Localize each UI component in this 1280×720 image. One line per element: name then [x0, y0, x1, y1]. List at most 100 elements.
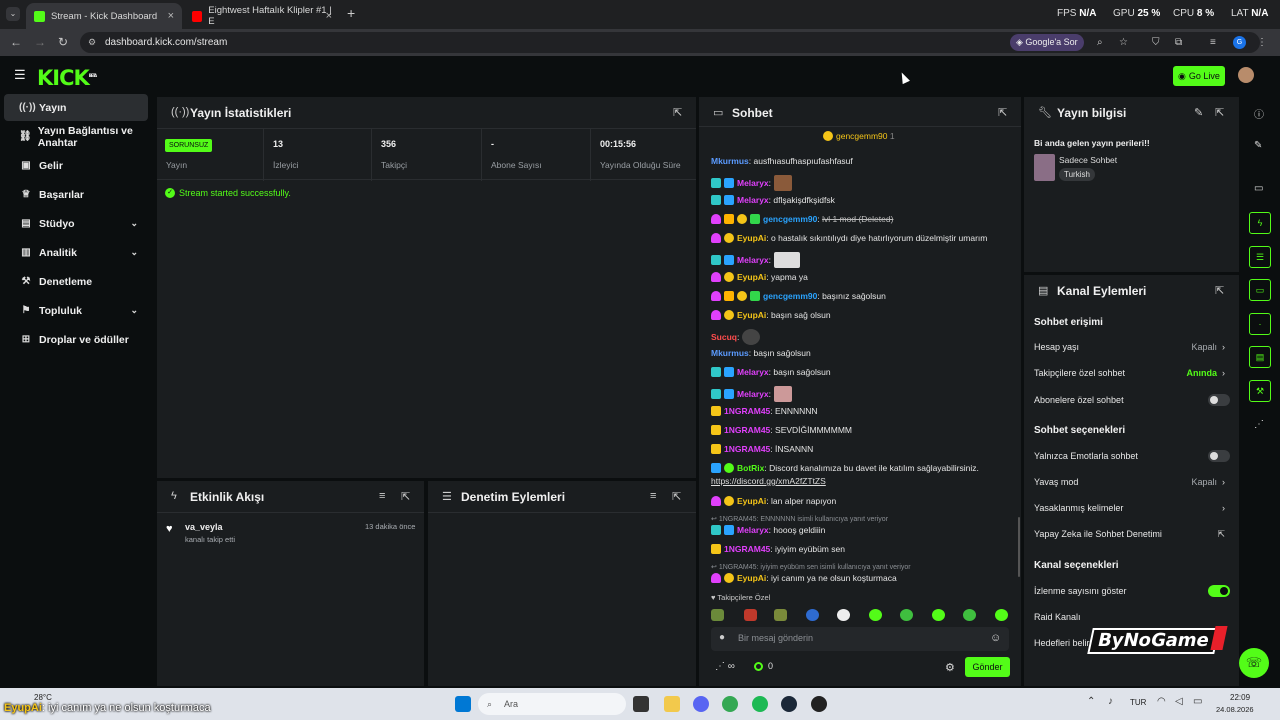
- spotify-icon[interactable]: [752, 696, 768, 712]
- chat-message[interactable]: gencgemm90: başınız sağolsun: [711, 291, 1011, 301]
- yavas-mod-row[interactable]: Yavaş mod Kapalı ›: [1034, 477, 1230, 487]
- clock-date[interactable]: 24.08.2026: [1216, 705, 1254, 714]
- wifi-icon[interactable]: ◠: [1157, 696, 1166, 707]
- chat-scrollbar[interactable]: [1018, 517, 1020, 577]
- tray-chevron-icon[interactable]: ⌃: [1087, 696, 1095, 707]
- show-viewcount-toggle[interactable]: [1208, 585, 1230, 597]
- sidebar-item-basarilar[interactable]: ♕ Başarılar: [4, 181, 148, 208]
- chat-message[interactable]: EyupAi: lan alper napıyon: [711, 496, 1011, 506]
- edit-pencil-icon[interactable]: ✎: [1254, 140, 1262, 151]
- pinned-user[interactable]: gencgemm90 1: [823, 131, 895, 141]
- forward-icon[interactable]: →: [34, 35, 46, 49]
- chat-message[interactable]: 1NGRAM45: SEVDİĞİMMMMMM: [711, 425, 1011, 435]
- emote-icon[interactable]: [806, 609, 819, 621]
- share-icon[interactable]: ⋰: [1254, 419, 1264, 430]
- site-info-icon[interactable]: ⚙: [88, 37, 96, 48]
- chat-message[interactable]: Melaryx:: [711, 386, 1011, 402]
- sidebar-item-denetleme[interactable]: ⚒ Denetleme: [4, 268, 148, 295]
- edit-pencil-icon[interactable]: ✎: [1194, 106, 1203, 119]
- obs-icon[interactable]: [811, 696, 827, 712]
- chat-message[interactable]: EyupAi: o hastalık sıkıntılıydı diye hat…: [711, 233, 1011, 243]
- rail-lightning-button[interactable]: ϟ: [1249, 212, 1271, 234]
- clock-time[interactable]: 22:09: [1230, 693, 1250, 702]
- google-sor-button[interactable]: ◈ Google'a Sor: [1010, 34, 1084, 51]
- task-view-icon[interactable]: [633, 696, 649, 712]
- tab-youtube[interactable]: Eightwest Haftalık Klipler #1 | E ×: [184, 3, 340, 29]
- chat-message[interactable]: EyupAi: başın sağ olsun: [711, 310, 1011, 320]
- popout-icon[interactable]: ⇱: [998, 106, 1007, 119]
- popout-icon[interactable]: ⇱: [673, 106, 682, 119]
- emote-icon[interactable]: [995, 609, 1008, 621]
- filter-icon[interactable]: ≡: [650, 490, 656, 502]
- steam-icon[interactable]: [781, 696, 797, 712]
- emote-icon[interactable]: [744, 609, 757, 621]
- hesap-yasi-row[interactable]: Hesap yaşı Kapalı ›: [1034, 342, 1230, 352]
- settings-gear-icon[interactable]: ⚙: [945, 661, 955, 674]
- chat-message[interactable]: 1NGRAM45: İNSANNN: [711, 444, 1011, 454]
- emote-only-toggle[interactable]: [1208, 450, 1230, 462]
- zoom-icon[interactable]: ⌕: [1097, 37, 1103, 48]
- microphone-icon[interactable]: ♪: [1108, 696, 1113, 707]
- emote-icon[interactable]: [711, 609, 724, 621]
- sidebar-item-topluluk[interactable]: ⚑ Topluluk ⌄: [4, 297, 148, 324]
- hamburger-menu-icon[interactable]: ☰: [14, 67, 26, 83]
- rail-chat-button[interactable]: ▭: [1249, 279, 1271, 301]
- url-field[interactable]: ⚙ dashboard.kick.com/stream ◈ Google'a S…: [80, 32, 1267, 53]
- tag-pill[interactable]: Turkish: [1059, 168, 1095, 181]
- back-icon[interactable]: ←: [10, 35, 22, 49]
- chat-message[interactable]: BotRix: Discord kanalımıza bu davet ile …: [711, 463, 1011, 473]
- close-icon[interactable]: ×: [326, 10, 332, 22]
- chat-message[interactable]: Melaryx:: [711, 252, 1011, 268]
- reload-icon[interactable]: ↻: [58, 35, 68, 49]
- takipci-ozel-row[interactable]: Takipçilere özel sohbet Anında ›: [1034, 368, 1230, 378]
- rail-broadcast-button[interactable]: ·: [1249, 313, 1271, 335]
- profile-avatar[interactable]: G: [1233, 36, 1246, 49]
- emote-icon[interactable]: [837, 609, 850, 621]
- user-avatar[interactable]: [1238, 67, 1254, 83]
- category-thumbnail[interactable]: [1034, 154, 1055, 181]
- language-indicator[interactable]: TUR: [1130, 698, 1146, 707]
- popout-icon[interactable]: ⇱: [1215, 106, 1224, 119]
- kick-logo[interactable]: KICKBETA: [37, 66, 97, 90]
- emote-icon[interactable]: [900, 609, 913, 621]
- ai-moderation-row[interactable]: Yapay Zeka ile Sohbet Denetimi ⇱: [1034, 529, 1230, 539]
- taskbar-search[interactable]: ⌕ Ara: [478, 693, 626, 715]
- weather-widget[interactable]: 28°C: [34, 693, 52, 702]
- chat-message[interactable]: gencgemm90: lvl 1 mod (Deleted): [711, 214, 1011, 224]
- chat-message[interactable]: Melaryx:: [711, 175, 1011, 191]
- battery-icon[interactable]: ▭: [1193, 696, 1202, 707]
- emote-icon[interactable]: [869, 609, 882, 621]
- chat-message[interactable]: Melaryx: başın sağolsun: [711, 367, 1011, 377]
- close-icon[interactable]: ×: [168, 10, 174, 22]
- filter-icon[interactable]: ≡: [379, 490, 385, 502]
- support-chat-button[interactable]: ☏: [1239, 648, 1269, 678]
- new-tab-button[interactable]: +: [347, 5, 355, 21]
- emoji-icon[interactable]: ☺: [990, 632, 1001, 644]
- chat-message[interactable]: Mkurmus: ausfhıasufhaspıufashfasuf: [711, 156, 1011, 166]
- chat-message[interactable]: Mkurmus: başın sağolsun: [711, 348, 1011, 358]
- sidebar-item-yayin[interactable]: ((·)) Yayın: [4, 94, 148, 121]
- sidebar-item-gelir[interactable]: ▣ Gelir: [4, 152, 148, 179]
- chat-message[interactable]: Sucuq:: [711, 329, 1011, 345]
- menu-dots-icon[interactable]: ⋮: [1257, 37, 1267, 48]
- windows-start-icon[interactable]: [455, 696, 471, 712]
- yasakli-kelimeler-row[interactable]: Yasaklanmış kelimeler ›: [1034, 503, 1230, 513]
- chat-message[interactable]: Melaryx: hoooş geldiiin: [711, 525, 1011, 535]
- media-icon[interactable]: ≡: [1210, 37, 1216, 48]
- sidebar-item-yayin-baglantisi[interactable]: ⛓ Yayın Bağlantısı ve Anahtar: [4, 123, 148, 150]
- extensions-icon[interactable]: ⧉: [1175, 37, 1182, 48]
- file-explorer-icon[interactable]: [664, 696, 680, 712]
- chat-message[interactable]: EyupAi: iyi canım ya ne olsun koşturmaca: [711, 573, 1011, 583]
- tab-search-button[interactable]: ⌄: [6, 7, 20, 21]
- tab-kick-dashboard[interactable]: Stream - Kick Dashboard ×: [26, 3, 182, 29]
- shield-icon[interactable]: ⛉: [1152, 37, 1160, 48]
- chat-message[interactable]: EyupAi: yapma ya: [711, 272, 1011, 282]
- bookmark-star-icon[interactable]: ☆: [1119, 37, 1128, 48]
- emote-icon[interactable]: [932, 609, 945, 621]
- popout-icon[interactable]: ⇱: [1215, 284, 1224, 297]
- emote-icon[interactable]: [963, 609, 976, 621]
- info-icon[interactable]: ⓘ: [1254, 106, 1264, 121]
- raid-kanali-row[interactable]: Raid Kanalı: [1034, 612, 1230, 622]
- category-name[interactable]: Sadece Sohbet: [1059, 155, 1117, 165]
- emote-icon[interactable]: [774, 609, 787, 621]
